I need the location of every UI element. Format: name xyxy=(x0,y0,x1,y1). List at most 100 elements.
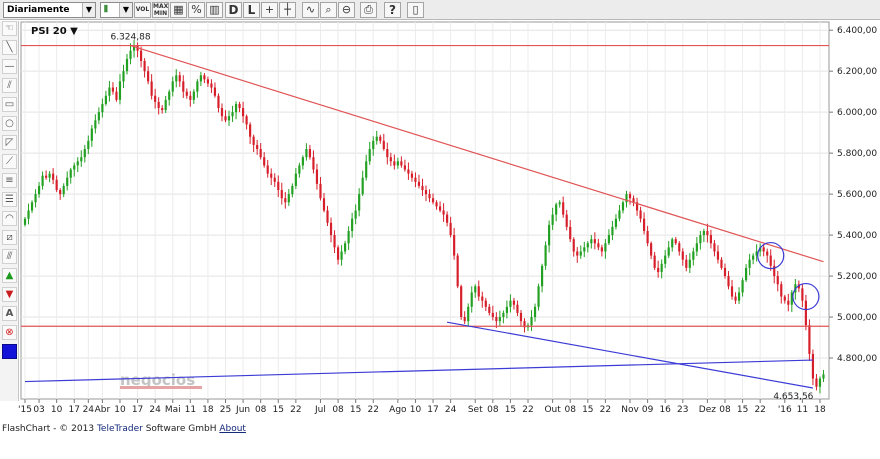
watermark-underline xyxy=(120,386,202,389)
candle-down xyxy=(189,95,192,100)
candle-up xyxy=(537,286,540,307)
candle-up xyxy=(125,58,129,72)
y-tick-label: 6.400,00 xyxy=(837,26,877,36)
candle-up xyxy=(548,224,551,246)
candle-down xyxy=(393,161,396,166)
x-tick-label: 10 xyxy=(410,405,422,415)
candle-down xyxy=(178,75,181,82)
candle-down xyxy=(674,239,677,244)
candle-up xyxy=(287,194,290,203)
candle-down xyxy=(319,183,322,199)
candle-up xyxy=(231,112,234,117)
candle-down xyxy=(182,81,185,92)
candle-up xyxy=(607,235,611,244)
candle-down xyxy=(259,149,262,158)
candle-down xyxy=(569,226,572,240)
candle-down xyxy=(783,296,786,301)
x-tick-label: 22 xyxy=(600,405,611,415)
chart-title[interactable]: PSI 20 ▼ xyxy=(31,26,78,37)
candle-down xyxy=(769,255,772,266)
candle-up xyxy=(23,218,27,225)
x-tick-label: 17 xyxy=(132,405,143,415)
copyright-text: FlashChart - © 2013 xyxy=(2,424,95,434)
x-tick-label: 08 xyxy=(255,405,267,415)
candle-up xyxy=(611,226,614,236)
candle-down xyxy=(811,353,815,379)
brand-link[interactable]: TeleTrader xyxy=(97,424,143,434)
candle-down xyxy=(653,255,656,268)
candle-down xyxy=(766,251,769,256)
x-tick-label: 16 xyxy=(659,405,671,415)
price-chart[interactable]: negocios 6.324,88 4.653,56 6.400,00 6.200,… xyxy=(0,0,880,459)
candle-down xyxy=(488,306,491,313)
x-tick-label: 24 xyxy=(149,405,161,415)
x-tick-label: 23 xyxy=(677,405,688,415)
candle-down xyxy=(808,325,811,354)
footer: FlashChart - © 2013 TeleTrader Software … xyxy=(2,424,246,434)
candle-up xyxy=(604,243,607,252)
x-tick-label: 15 xyxy=(350,405,361,415)
candle-up xyxy=(192,91,195,100)
candle-up xyxy=(80,157,83,162)
x-tick-label: Dez xyxy=(699,405,716,415)
candle-down xyxy=(315,169,319,184)
candle-down xyxy=(685,259,688,268)
candle-down xyxy=(55,179,58,191)
x-tick-label: 22 xyxy=(290,405,301,415)
candle-up xyxy=(164,99,167,111)
candle-down xyxy=(185,91,188,96)
y-tick-label: 4.800,00 xyxy=(837,354,877,364)
candle-down xyxy=(52,173,55,180)
candle-down xyxy=(403,165,406,170)
candle-down xyxy=(333,235,336,248)
about-link[interactable]: About xyxy=(219,424,246,434)
candle-up xyxy=(752,255,755,260)
x-tick-label: 25 xyxy=(220,405,231,415)
candle-down xyxy=(519,312,523,322)
candle-down xyxy=(45,175,48,178)
x-tick-label: 15 xyxy=(273,405,284,415)
candle-down xyxy=(565,214,568,227)
x-tick-label: Mai xyxy=(165,405,181,415)
x-tick-label: Nov xyxy=(621,405,639,415)
candle-up xyxy=(227,116,231,121)
candle-up xyxy=(667,247,670,256)
candle-up xyxy=(509,300,512,307)
x-tick-label: 22 xyxy=(368,405,379,415)
x-tick-label: 18 xyxy=(814,405,826,415)
x-tick-label: '15 xyxy=(18,405,32,415)
candle-up xyxy=(234,103,238,113)
candle-down xyxy=(716,251,720,260)
candle-up xyxy=(305,149,308,158)
y-tick-label: 5.200,00 xyxy=(837,272,877,282)
candle-down xyxy=(734,296,737,301)
candle-up xyxy=(470,292,473,307)
candle-down xyxy=(495,317,498,322)
candle-up xyxy=(660,263,663,272)
copyright-suffix: Software GmbH xyxy=(145,424,217,434)
x-tick-label: 08 xyxy=(564,405,576,415)
candle-up xyxy=(118,81,122,100)
candle-up xyxy=(540,265,544,287)
candle-down xyxy=(322,198,326,211)
candle-down xyxy=(593,239,596,244)
x-tick-label: 10 xyxy=(51,405,63,415)
candle-down xyxy=(280,190,283,199)
x-tick-label: Out xyxy=(544,405,561,415)
candle-up xyxy=(361,177,364,195)
x-tick-label: 09 xyxy=(642,405,654,415)
candle-down xyxy=(727,276,730,287)
candle-up xyxy=(129,50,132,59)
candle-up xyxy=(41,175,44,186)
candle-up xyxy=(27,210,30,219)
candle-up xyxy=(671,239,674,248)
candle-up xyxy=(505,306,508,313)
candle-up xyxy=(347,230,350,244)
candle-up xyxy=(108,87,111,96)
candle-up xyxy=(175,75,178,82)
candle-up xyxy=(37,185,41,195)
candle-down xyxy=(597,243,600,248)
x-tick-label: Ago xyxy=(389,405,407,415)
candle-down xyxy=(143,60,146,72)
candle-up xyxy=(688,259,691,268)
